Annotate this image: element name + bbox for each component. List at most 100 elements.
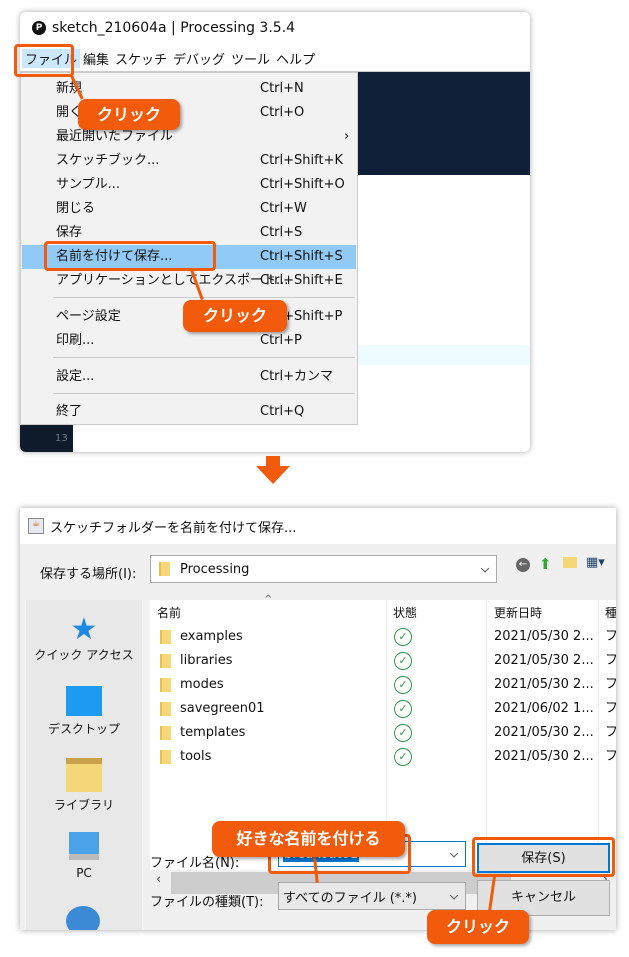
filetype-select[interactable]: すべてのファイル (*.*) bbox=[278, 882, 466, 910]
column-type[interactable]: 種 bbox=[605, 604, 616, 621]
dialog-title-bar: ☕ スケッチフォルダーを名前を付けて保存... bbox=[20, 508, 616, 544]
file-row[interactable]: libraries ✓ 2021/05/30 2... フ bbox=[150, 649, 616, 673]
menu-item[interactable]: 開く... Ctrl+O bbox=[22, 101, 356, 125]
sidebar-label: ライブラリ bbox=[53, 798, 114, 812]
sidebar-item-quick-access[interactable]: ★ クイック アクセス bbox=[26, 614, 142, 663]
library-icon bbox=[66, 758, 102, 792]
java-icon: ☕ bbox=[28, 518, 44, 534]
file-type: フ bbox=[605, 677, 616, 692]
callout-click-save: クリック bbox=[427, 910, 529, 944]
menu-item[interactable]: 最近開いたファイル › bbox=[22, 125, 356, 149]
sync-ok-icon: ✓ bbox=[394, 700, 412, 718]
menu-item-shortcut: Ctrl+W bbox=[260, 201, 307, 216]
pc-icon bbox=[69, 832, 99, 860]
network-icon[interactable] bbox=[66, 906, 100, 930]
file-row[interactable]: templates ✓ 2021/05/30 2... フ bbox=[150, 721, 616, 745]
scroll-left-icon[interactable]: ‹ bbox=[156, 872, 161, 887]
sync-ok-icon: ✓ bbox=[394, 628, 412, 646]
menu-sketch[interactable]: スケッチ bbox=[112, 49, 170, 68]
chevron-down-icon bbox=[449, 891, 459, 900]
menu-item[interactable]: アプリケーションとしてエクスポート... Ctrl+Shift+E bbox=[22, 269, 356, 293]
menu-debug[interactable]: デバッグ bbox=[170, 49, 228, 68]
dialog-title: スケッチフォルダーを名前を付けて保存... bbox=[50, 520, 297, 536]
menu-item-label: 最近開いたファイル bbox=[56, 129, 174, 144]
menu-item-label: サンプル... bbox=[56, 177, 121, 192]
location-value: Processing bbox=[180, 561, 250, 577]
sidebar-item-desktop[interactable]: デスクトップ bbox=[26, 686, 142, 737]
file-date: 2021/05/30 2... bbox=[494, 653, 594, 668]
sync-ok-icon: ✓ bbox=[394, 676, 412, 694]
callout-enter-name: 好きな名前を付ける bbox=[212, 821, 405, 857]
callout-click-file: クリック bbox=[78, 99, 180, 130]
sidebar-label: PC bbox=[76, 866, 92, 880]
folder-icon bbox=[160, 745, 181, 769]
folder-icon bbox=[160, 625, 181, 649]
file-type: フ bbox=[605, 725, 616, 740]
menu-tools[interactable]: ツール bbox=[228, 49, 273, 68]
menu-item-label: 設定... bbox=[56, 369, 95, 384]
column-status[interactable]: 状態 bbox=[393, 604, 417, 621]
places-sidebar: ★ クイック アクセス デスクトップ ライブラリ PC bbox=[26, 600, 142, 930]
location-combo[interactable]: Processing bbox=[150, 555, 497, 583]
folder-icon bbox=[160, 697, 181, 721]
file-date: 2021/05/30 2... bbox=[494, 749, 594, 764]
menu-item[interactable]: 閉じる Ctrl+W bbox=[22, 197, 356, 221]
menu-separator bbox=[53, 393, 355, 394]
file-row[interactable]: examples ✓ 2021/05/30 2... フ bbox=[150, 625, 616, 649]
file-date: 2021/06/02 1... bbox=[494, 701, 594, 716]
callout-click-save-as: クリック bbox=[183, 300, 287, 332]
menu-item-shortcut: Ctrl+Shift+K bbox=[260, 153, 343, 168]
highlight-box-save-as bbox=[44, 241, 216, 271]
file-name: templates bbox=[180, 725, 246, 740]
file-name: libraries bbox=[180, 653, 233, 668]
menu-edit[interactable]: 編集 bbox=[80, 49, 112, 68]
processing-logo-icon: P bbox=[32, 21, 46, 35]
new-folder-icon[interactable] bbox=[563, 557, 577, 568]
sort-asc-icon: ^ bbox=[264, 594, 273, 605]
back-icon[interactable]: ← bbox=[516, 558, 530, 572]
file-type: フ bbox=[605, 749, 616, 764]
current-line bbox=[358, 345, 530, 365]
menu-item-shortcut: Ctrl+Shift+E bbox=[260, 273, 343, 288]
menu-help[interactable]: ヘルプ bbox=[273, 49, 318, 68]
star-icon: ★ bbox=[70, 612, 98, 647]
menu-item-shortcut: Ctrl+カンマ bbox=[260, 369, 334, 384]
view-menu-icon[interactable]: ▦▾ bbox=[586, 555, 605, 570]
sync-ok-icon: ✓ bbox=[394, 748, 412, 766]
highlight-box-file-menu bbox=[14, 44, 74, 77]
menu-item-shortcut: Ctrl+Q bbox=[260, 404, 305, 419]
arrow-down-stem bbox=[266, 456, 280, 468]
file-type: フ bbox=[605, 653, 616, 668]
file-date: 2021/05/30 2... bbox=[494, 725, 594, 740]
location-label: 保存する場所(I): bbox=[40, 567, 137, 582]
file-date: 2021/05/30 2... bbox=[494, 677, 594, 692]
menu-item[interactable]: スケッチブック... Ctrl+Shift+K bbox=[22, 149, 356, 173]
file-row[interactable]: savegreen01 ✓ 2021/06/02 1... フ bbox=[150, 697, 616, 721]
line-number: 13 bbox=[20, 425, 73, 452]
file-name: examples bbox=[180, 629, 243, 644]
menu-item[interactable]: サンプル... Ctrl+Shift+O bbox=[22, 173, 356, 197]
folder-icon bbox=[159, 562, 170, 576]
file-row[interactable]: modes ✓ 2021/05/30 2... フ bbox=[150, 673, 616, 697]
sync-ok-icon: ✓ bbox=[394, 724, 412, 742]
sidebar-item-libraries[interactable]: ライブラリ bbox=[26, 758, 142, 813]
up-folder-icon[interactable]: ⬆ bbox=[539, 555, 552, 573]
file-type: フ bbox=[605, 629, 616, 644]
sidebar-label: デスクトップ bbox=[47, 722, 120, 736]
menu-item[interactable]: 設定... Ctrl+カンマ bbox=[22, 365, 356, 389]
sidebar-item-pc[interactable]: PC bbox=[26, 832, 142, 880]
column-name[interactable]: 名前 bbox=[157, 604, 181, 621]
file-date: 2021/05/30 2... bbox=[494, 629, 594, 644]
menu-item-label: 終了 bbox=[56, 404, 83, 419]
column-date[interactable]: 更新日時 bbox=[494, 604, 542, 621]
menu-item-shortcut: › bbox=[344, 129, 350, 144]
menu-item-shortcut: Ctrl+P bbox=[260, 333, 302, 348]
menu-item-shortcut: Ctrl+O bbox=[260, 105, 305, 120]
menu-item[interactable]: 印刷... Ctrl+P bbox=[22, 329, 356, 353]
file-row[interactable]: tools ✓ 2021/05/30 2... フ bbox=[150, 745, 616, 769]
menu-item[interactable]: 終了 Ctrl+Q bbox=[22, 400, 356, 424]
filetype-label: ファイルの種類(T): bbox=[150, 895, 264, 910]
menu-item-shortcut: Ctrl+Shift+O bbox=[260, 177, 345, 192]
desktop-icon bbox=[66, 686, 102, 716]
menu-item-label: アプリケーションとしてエクスポート... bbox=[56, 273, 289, 288]
